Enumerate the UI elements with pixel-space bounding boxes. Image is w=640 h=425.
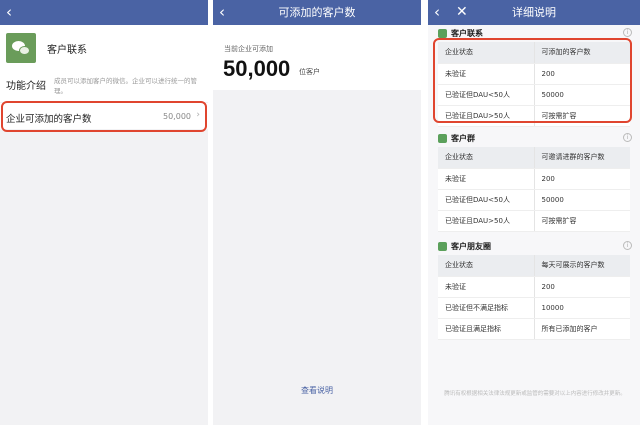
table-cell: 已验证且DAU>50人 — [438, 210, 534, 232]
page-title: 可添加的客户数 — [278, 6, 356, 19]
moments-table: 企业状态 每天可展示的客户数 未验证 200 已验证但不满足指标 10000 已… — [438, 255, 630, 340]
table-row: 已验证但DAU<50人 50000 — [438, 189, 630, 211]
chat-app-icon — [6, 33, 36, 63]
table-header: 企业状态 — [438, 147, 534, 169]
table-cell: 已验证且满足指标 — [438, 318, 534, 340]
app-header: 客户联系 — [0, 25, 208, 70]
customer-contact-panel: ‹ 客户联系 功能介绍 成员可以添加客户的微信。企业可以进行统一的管理。 企业可… — [0, 0, 208, 425]
table-header-row: 企业状态 可邀请进群的客户数 — [438, 147, 630, 169]
customer-group-table: 企业状态 可邀请进群的客户数 未验证 200 已验证但DAU<50人 50000… — [438, 147, 630, 232]
table-cell: 200 — [533, 276, 630, 298]
nav-bar: ‹ ✕ 详细说明 — [428, 0, 640, 25]
table-cell: 已验证但DAU<50人 — [438, 189, 534, 211]
customer-count-panel: ‹ 可添加的客户数 当前企业可添加 50,000 位客户 查看说明 — [213, 0, 421, 425]
table-row: 已验证但不满足指标 10000 — [438, 297, 630, 319]
table-cell: 已验证但不满足指标 — [438, 297, 534, 319]
info-icon[interactable]: i — [623, 28, 632, 37]
page-title: 详细说明 — [512, 6, 556, 19]
customer-count-value: 50,000 — [223, 56, 291, 81]
section-title: 客户群 — [451, 134, 475, 143]
moments-icon — [438, 242, 447, 251]
app-name: 客户联系 — [47, 45, 87, 56]
table-cell: 可按需扩容 — [533, 210, 630, 232]
info-icon[interactable]: i — [623, 133, 632, 142]
footer-disclaimer: 腾讯有权根据相关法律法规更新或监管的需要对以上内容进行修改并更新。 — [444, 391, 626, 397]
view-details-link[interactable]: 查看说明 — [213, 385, 421, 396]
table-row: 未验证 200 — [438, 276, 630, 298]
table-header: 每天可展示的客户数 — [533, 255, 630, 277]
feature-intro-row: 功能介绍 成员可以添加客户的微信。企业可以进行统一的管理。 — [0, 70, 208, 102]
table-cell: 50000 — [533, 189, 630, 211]
table-row: 未验证 200 — [438, 168, 630, 190]
table-cell: 未验证 — [438, 276, 534, 298]
info-icon[interactable]: i — [623, 241, 632, 250]
table-header: 可邀请进群的客户数 — [533, 147, 630, 169]
nav-bar: ‹ 可添加的客户数 — [213, 0, 421, 25]
feature-intro-description: 成员可以添加客户的微信。企业可以进行统一的管理。 — [54, 77, 197, 95]
table-row: 已验证且DAU>50人 可按需扩容 — [438, 210, 630, 232]
table-row: 已验证且满足指标 所有已添加的客户 — [438, 318, 630, 340]
section-customer-group: 客户群 i — [434, 132, 634, 146]
customer-contact-icon — [438, 29, 447, 38]
count-unit: 位客户 — [299, 68, 320, 76]
table-cell: 200 — [533, 168, 630, 190]
table-cell: 未验证 — [438, 168, 534, 190]
table-header-row: 企业状态 每天可展示的客户数 — [438, 255, 630, 277]
section-moments: 客户朋友圈 i — [434, 240, 634, 254]
highlight-box — [433, 38, 632, 123]
table-cell: 10000 — [533, 297, 630, 319]
customer-count-card: 当前企业可添加 50,000 位客户 — [213, 25, 421, 90]
count-caption: 当前企业可添加 — [224, 45, 273, 53]
feature-intro-label: 功能介绍 — [6, 81, 46, 92]
back-icon[interactable]: ‹ — [6, 3, 22, 21]
highlight-box — [1, 101, 207, 132]
nav-bar: ‹ — [0, 0, 208, 25]
section-title: 客户朋友圈 — [451, 242, 491, 251]
table-header: 企业状态 — [438, 255, 534, 277]
table-cell: 所有已添加的客户 — [533, 318, 630, 340]
customer-group-icon — [438, 134, 447, 143]
